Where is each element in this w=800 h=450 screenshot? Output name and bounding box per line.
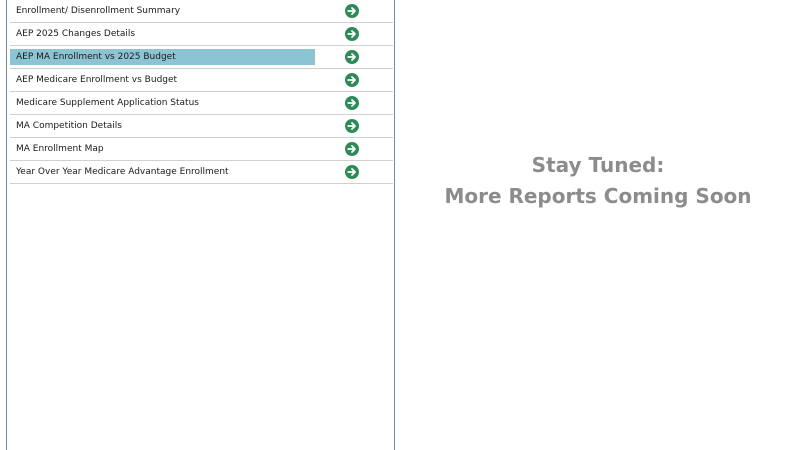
announcement-panel: Stay Tuned: More Reports Coming Soon [396, 0, 800, 450]
report-row-aep-ma-enrollment-vs-budget[interactable]: AEP MA Enrollment vs 2025 Budget [10, 46, 393, 69]
arrow-right-circle-icon[interactable] [345, 50, 359, 64]
report-row-medicare-supplement-application-status[interactable]: Medicare Supplement Application Status [10, 92, 393, 115]
report-row-yoy-medicare-advantage-enrollment[interactable]: Year Over Year Medicare Advantage Enroll… [10, 161, 393, 184]
report-label[interactable]: AEP 2025 Changes Details [10, 26, 315, 42]
arrow-right-circle-icon[interactable] [345, 73, 359, 87]
report-label[interactable]: Enrollment/ Disenrollment Summary [10, 3, 315, 19]
report-label[interactable]: AEP MA Enrollment vs 2025 Budget [10, 49, 315, 65]
report-row-ma-competition-details[interactable]: MA Competition Details [10, 115, 393, 138]
report-row-enrollment-disenrollment-summary[interactable]: Enrollment/ Disenrollment Summary [10, 0, 393, 23]
arrow-right-circle-icon[interactable] [345, 119, 359, 133]
report-label[interactable]: Medicare Supplement Application Status [10, 95, 315, 111]
coming-soon-line-1: Stay Tuned: [531, 153, 665, 177]
coming-soon-message: Stay Tuned: More Reports Coming Soon [396, 150, 800, 212]
report-row-aep-2025-changes-details[interactable]: AEP 2025 Changes Details [10, 23, 393, 46]
coming-soon-line-2: More Reports Coming Soon [444, 184, 752, 208]
report-dashboard: Enrollment/ Disenrollment Summary AEP 20… [0, 0, 800, 450]
report-label[interactable]: Year Over Year Medicare Advantage Enroll… [10, 164, 315, 180]
report-label[interactable]: AEP Medicare Enrollment vs Budget [10, 72, 315, 88]
report-label[interactable]: MA Competition Details [10, 118, 315, 134]
report-label[interactable]: MA Enrollment Map [10, 141, 315, 157]
report-row-aep-medicare-enrollment-vs-budget[interactable]: AEP Medicare Enrollment vs Budget [10, 69, 393, 92]
arrow-right-circle-icon[interactable] [345, 96, 359, 110]
report-list-panel: Enrollment/ Disenrollment Summary AEP 20… [6, 0, 395, 450]
arrow-right-circle-icon[interactable] [345, 142, 359, 156]
arrow-right-circle-icon[interactable] [345, 4, 359, 18]
arrow-right-circle-icon[interactable] [345, 165, 359, 179]
report-list: Enrollment/ Disenrollment Summary AEP 20… [10, 0, 393, 184]
arrow-right-circle-icon[interactable] [345, 27, 359, 41]
report-row-ma-enrollment-map[interactable]: MA Enrollment Map [10, 138, 393, 161]
